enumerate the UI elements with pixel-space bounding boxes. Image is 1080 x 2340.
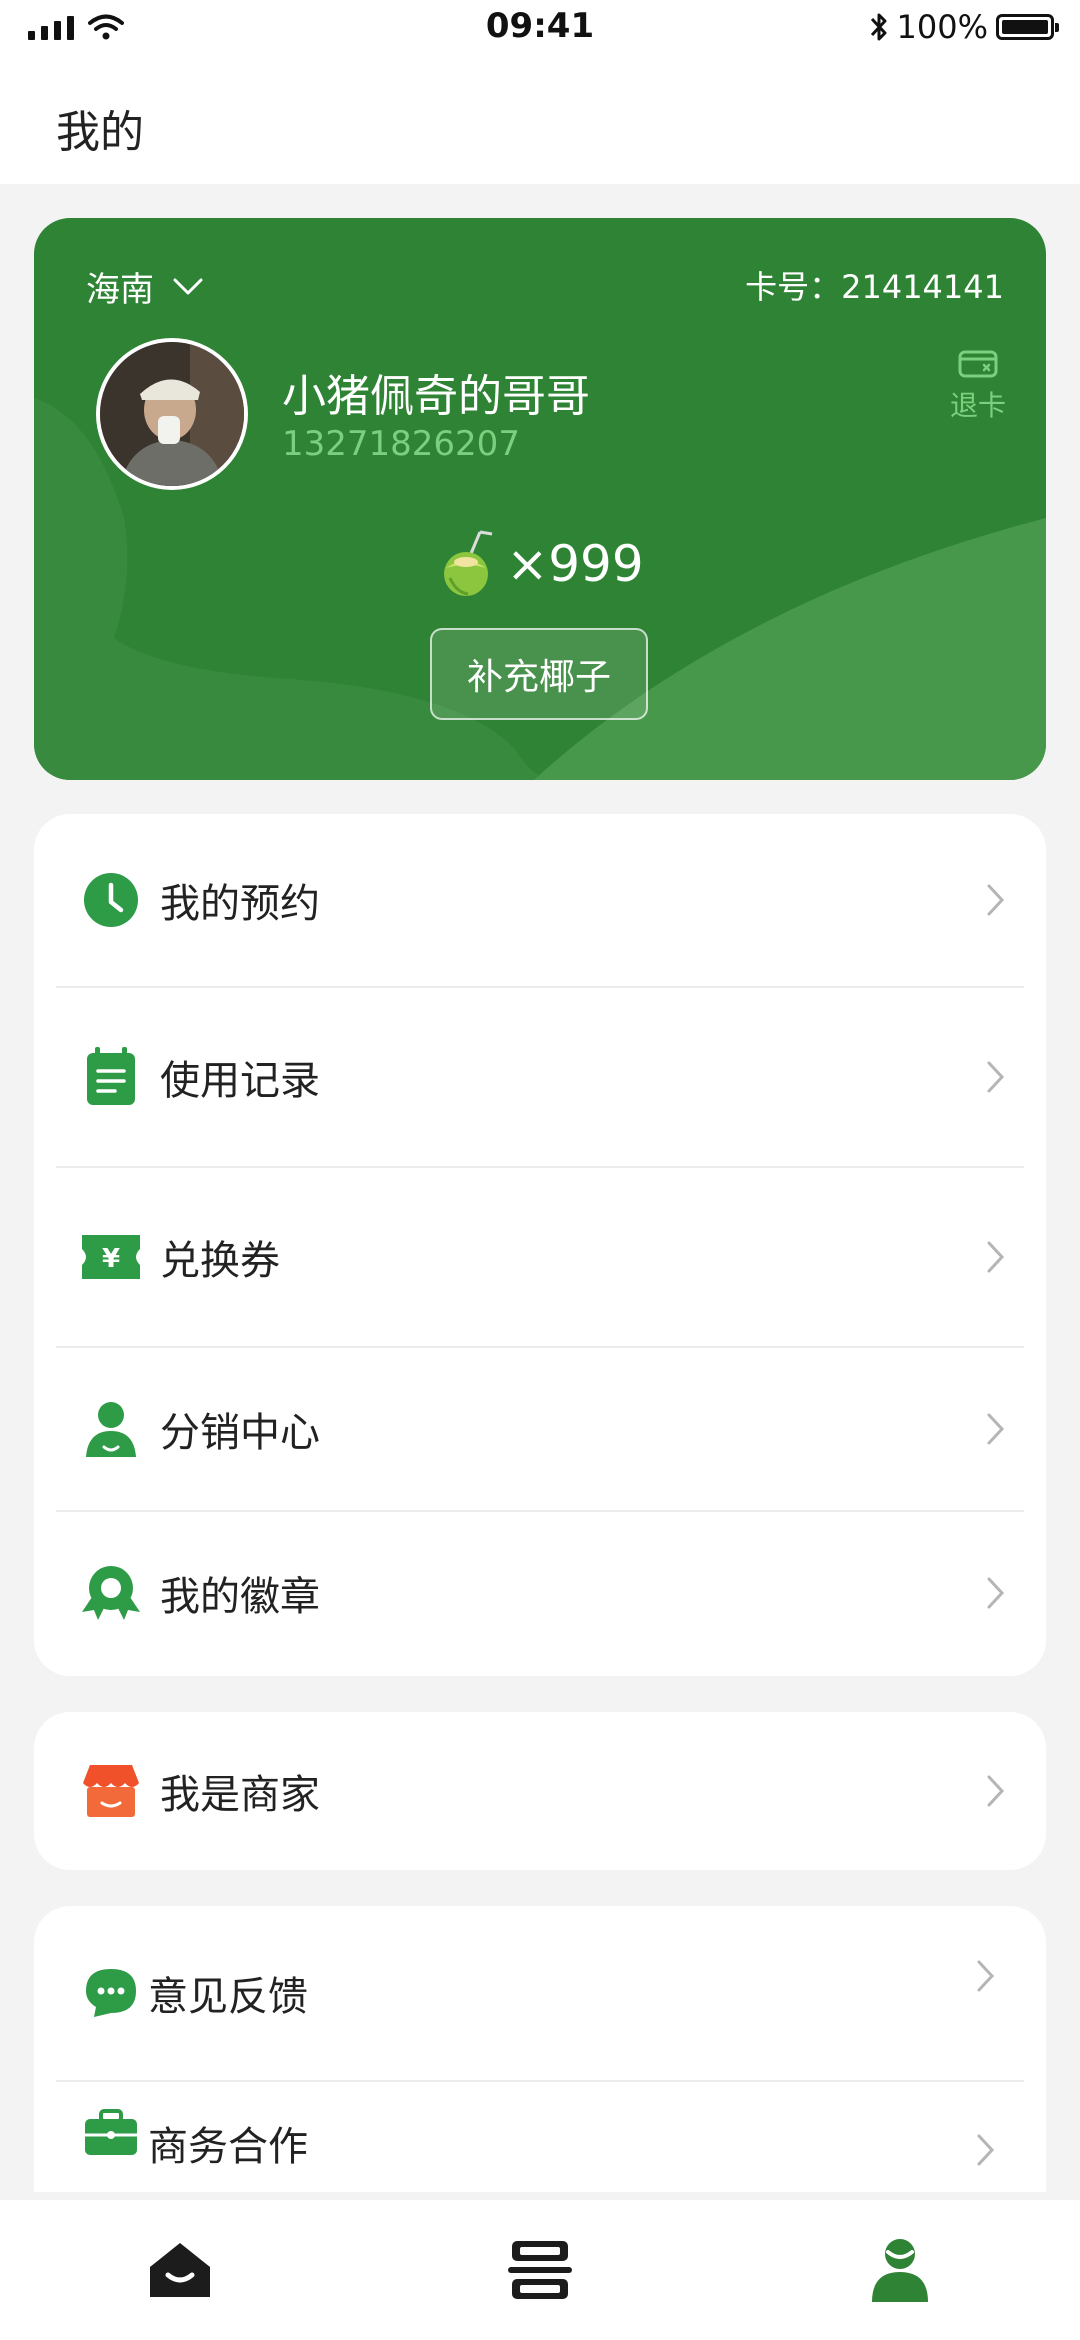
chevron-right-icon bbox=[987, 1413, 1005, 1445]
menu-item-coupons[interactable]: ¥ 兑换券 bbox=[34, 1168, 1046, 1346]
menu-group-main: 我的预约 使用记录 ¥ 兑换券 分销中心 我的徽章 bbox=[34, 814, 1046, 1676]
menu-label: 商务合作 bbox=[148, 2124, 308, 2170]
menu-item-usage-records[interactable]: 使用记录 bbox=[34, 988, 1046, 1166]
shop-icon bbox=[83, 1765, 139, 1817]
page-title: 我的 bbox=[56, 107, 144, 158]
menu-item-distribution-center[interactable]: 分销中心 bbox=[34, 1348, 1046, 1510]
region-selector[interactable]: 海南 bbox=[86, 262, 204, 311]
menu-item-business[interactable]: 商务合作 bbox=[34, 2082, 1046, 2192]
chevron-right-icon bbox=[987, 1775, 1005, 1807]
card-cancel-icon bbox=[958, 350, 998, 378]
tab-scan[interactable] bbox=[360, 2200, 720, 2340]
card-number: 卡号：21414141 bbox=[745, 268, 1004, 306]
phone-number: 13271826207 bbox=[282, 424, 520, 464]
svg-text:¥: ¥ bbox=[102, 1244, 120, 1274]
badge-icon bbox=[82, 1566, 140, 1620]
menu-item-badges[interactable]: 我的徽章 bbox=[34, 1512, 1046, 1674]
chevron-right-icon bbox=[977, 2134, 995, 2166]
refund-card-button[interactable]: 退卡 bbox=[946, 348, 1010, 424]
menu-item-feedback[interactable]: 意见反馈 bbox=[34, 1906, 1046, 2080]
coin-balance: ×999 bbox=[34, 528, 1046, 600]
status-bar: 09:41 100% bbox=[0, 0, 1080, 60]
menu-label: 使用记录 bbox=[160, 1058, 320, 1104]
chevron-right-icon bbox=[987, 1241, 1005, 1273]
battery-icon bbox=[996, 14, 1059, 40]
menu-label: 分销中心 bbox=[160, 1410, 320, 1456]
menu-label: 我的徽章 bbox=[160, 1574, 320, 1620]
member-card: 海南 卡号：21414141 小猪佩奇的哥哥 13271826207 退卡 ×9… bbox=[34, 218, 1046, 780]
notepad-icon bbox=[87, 1047, 135, 1105]
menu-label: 意见反馈 bbox=[148, 1974, 308, 2020]
profile-icon bbox=[872, 2239, 928, 2302]
refund-label: 退卡 bbox=[949, 389, 1006, 422]
home-icon bbox=[150, 2243, 210, 2297]
coconut-icon bbox=[444, 530, 493, 596]
coin-count: ×999 bbox=[506, 535, 644, 593]
tab-bar bbox=[0, 2200, 1080, 2340]
menu-item-merchant[interactable]: 我是商家 bbox=[34, 1712, 1046, 1870]
bluetooth-icon bbox=[870, 13, 887, 41]
chevron-right-icon bbox=[987, 1577, 1005, 1609]
menu-group-support: 意见反馈 商务合作 bbox=[34, 1906, 1046, 2192]
tab-home[interactable] bbox=[0, 2200, 360, 2340]
chevron-right-icon bbox=[987, 884, 1005, 916]
person-icon bbox=[86, 1402, 136, 1457]
tab-profile[interactable] bbox=[720, 2200, 1080, 2340]
nav-bar: 我的 bbox=[0, 60, 1080, 184]
scan-icon bbox=[508, 2241, 572, 2299]
recharge-button[interactable]: 补充椰子 bbox=[430, 628, 648, 720]
briefcase-icon bbox=[85, 2109, 137, 2155]
chat-bubble-icon bbox=[86, 1969, 136, 2017]
avatar[interactable] bbox=[96, 338, 248, 490]
chevron-down-icon bbox=[173, 278, 203, 294]
chevron-right-icon bbox=[977, 1960, 995, 1992]
menu-group-merchant: 我是商家 bbox=[34, 1712, 1046, 1870]
clock-icon bbox=[84, 873, 138, 927]
menu-label: 我的预约 bbox=[160, 881, 320, 927]
menu-item-appointments[interactable]: 我的预约 bbox=[34, 814, 1046, 986]
coupon-icon: ¥ bbox=[82, 1235, 140, 1279]
battery-percent: 100% bbox=[896, 8, 988, 46]
menu-label: 我是商家 bbox=[160, 1772, 320, 1818]
region-label: 海南 bbox=[86, 270, 154, 310]
username: 小猪佩奇的哥哥 bbox=[282, 371, 590, 422]
chevron-right-icon bbox=[987, 1061, 1005, 1093]
menu-label: 兑换券 bbox=[160, 1238, 280, 1284]
